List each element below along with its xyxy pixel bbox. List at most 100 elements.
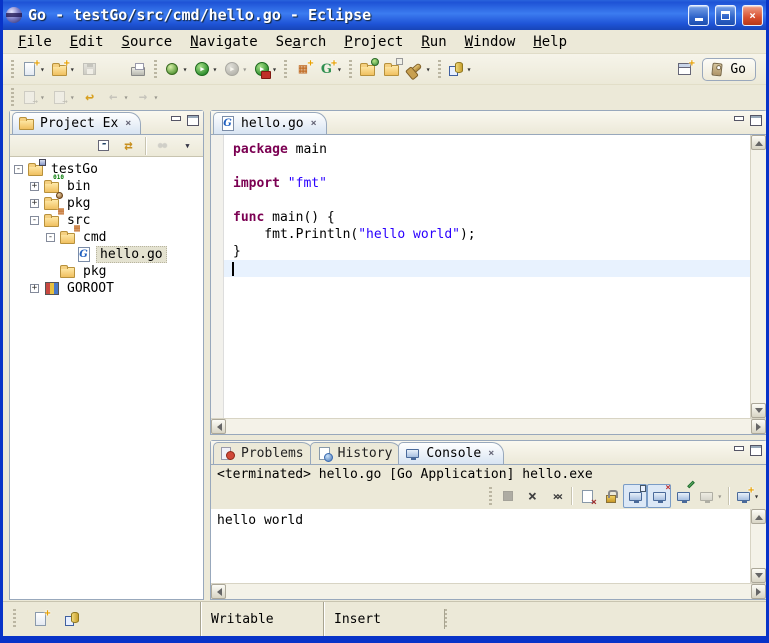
fast-view-button[interactable]: + bbox=[28, 607, 52, 631]
menu-help[interactable]: Help bbox=[524, 32, 576, 52]
close-button[interactable]: × bbox=[742, 5, 763, 26]
menu-edit[interactable]: Edit bbox=[61, 32, 113, 52]
drag-grip[interactable] bbox=[284, 60, 287, 78]
drag-grip[interactable] bbox=[11, 60, 14, 78]
collapse-all-button[interactable] bbox=[92, 136, 115, 156]
scroll-down-icon[interactable] bbox=[751, 568, 766, 583]
debug-button[interactable]: ▾ bbox=[161, 57, 191, 81]
tree-item-testgo[interactable]: -testGo bbox=[14, 161, 203, 178]
scroll-down-icon[interactable] bbox=[751, 403, 766, 418]
close-icon[interactable]: × bbox=[125, 118, 131, 129]
clear-console-button[interactable] bbox=[575, 484, 599, 508]
show-console-on-stderr-toggle[interactable]: × bbox=[647, 484, 671, 508]
tree-item-pkg[interactable]: +pkg bbox=[14, 195, 203, 212]
tree-expander-plus-icon[interactable]: + bbox=[30, 199, 39, 208]
go-perspective-button[interactable]: Go bbox=[702, 58, 756, 81]
new-folder-button[interactable]: +▾ bbox=[48, 57, 78, 81]
tree-expander-minus-icon[interactable]: - bbox=[46, 233, 55, 242]
new-wizard-button[interactable]: +▾ bbox=[18, 57, 48, 81]
minimize-panel-icon[interactable] bbox=[732, 115, 745, 126]
editor-vertical-scrollbar[interactable] bbox=[750, 135, 766, 418]
opentype-icon bbox=[359, 61, 376, 78]
code-line-5[interactable]: func main() { bbox=[224, 209, 750, 226]
run-button[interactable]: ▶▾ bbox=[190, 57, 220, 81]
tree-item-goroot[interactable]: +GOROOT bbox=[14, 280, 203, 297]
console-output[interactable]: hello world bbox=[211, 509, 750, 583]
open-console-button[interactable]: +▾ bbox=[732, 484, 762, 508]
minimize-panel-icon[interactable] bbox=[732, 445, 745, 456]
menu-window[interactable]: Window bbox=[456, 32, 525, 52]
annotation-button[interactable]: ▾ bbox=[445, 57, 475, 81]
tab-console[interactable]: Console× bbox=[398, 442, 504, 464]
search-button[interactable]: ▾ bbox=[404, 57, 434, 81]
open-type-button[interactable] bbox=[356, 57, 380, 81]
tree-item-src[interactable]: -▦src bbox=[14, 212, 203, 229]
new-go-package-button[interactable]: + bbox=[291, 57, 315, 81]
new-go-file-button[interactable]: +▾ bbox=[315, 57, 345, 81]
scroll-right-icon[interactable] bbox=[751, 419, 766, 434]
menu-file[interactable]: File bbox=[9, 32, 61, 52]
open-resource-button[interactable] bbox=[380, 57, 404, 81]
remove-all-terminated-button[interactable] bbox=[544, 484, 568, 508]
maximize-panel-icon[interactable] bbox=[749, 445, 762, 456]
print-button[interactable] bbox=[126, 57, 150, 81]
show-console-on-stdout-toggle[interactable] bbox=[623, 484, 647, 508]
tab-project-explorer[interactable]: Project Ex × bbox=[12, 112, 141, 134]
drag-grip[interactable] bbox=[349, 60, 352, 78]
tab-hello-go[interactable]: G hello.go × bbox=[213, 112, 327, 134]
scroll-up-icon[interactable] bbox=[751, 135, 766, 150]
tree-item-bin[interactable]: +010bin bbox=[14, 178, 203, 195]
minimize-panel-icon[interactable] bbox=[169, 115, 182, 126]
scroll-left-icon[interactable] bbox=[211, 584, 226, 599]
drag-grip[interactable] bbox=[13, 609, 16, 629]
open-perspective-button[interactable]: + bbox=[672, 57, 696, 81]
minimize-button[interactable] bbox=[688, 5, 709, 26]
menu-run[interactable]: Run bbox=[412, 32, 455, 52]
pin-console-toggle[interactable] bbox=[671, 484, 695, 508]
menu-search[interactable]: Search bbox=[267, 32, 336, 52]
tree-item-hello-go[interactable]: Ghello.go bbox=[14, 246, 203, 263]
tree-expander-minus-icon[interactable]: - bbox=[30, 216, 39, 225]
external-tools-button[interactable]: ▶▾ bbox=[250, 57, 280, 81]
code-line-3[interactable]: import "fmt" bbox=[224, 175, 750, 192]
code-line-2[interactable] bbox=[224, 158, 750, 175]
code-line-1[interactable]: package main bbox=[224, 141, 750, 158]
code-editor[interactable]: package main import "fmt" func main() { fm… bbox=[224, 135, 750, 418]
view-menu-button[interactable] bbox=[176, 136, 199, 156]
scroll-up-icon[interactable] bbox=[751, 509, 766, 524]
drag-grip[interactable] bbox=[438, 60, 441, 78]
maximize-panel-icon[interactable] bbox=[186, 115, 199, 126]
tree-item-pkg[interactable]: pkg bbox=[14, 263, 203, 280]
workspace-annotation-button[interactable] bbox=[60, 607, 84, 631]
scroll-right-icon[interactable] bbox=[751, 584, 766, 599]
close-icon[interactable]: × bbox=[488, 448, 494, 459]
drag-grip[interactable] bbox=[11, 88, 14, 106]
scroll-left-icon[interactable] bbox=[211, 419, 226, 434]
tree-expander-minus-icon[interactable]: - bbox=[14, 165, 23, 174]
code-line-6[interactable]: fmt.Println("hello world"); bbox=[224, 226, 750, 243]
code-line-4[interactable] bbox=[224, 192, 750, 209]
tree-expander-plus-icon[interactable]: + bbox=[30, 284, 39, 293]
menu-project[interactable]: Project bbox=[335, 32, 412, 52]
console-vertical-scrollbar[interactable] bbox=[750, 509, 766, 583]
editor-horizontal-scrollbar[interactable] bbox=[211, 418, 766, 434]
drag-grip[interactable] bbox=[489, 487, 492, 505]
tree-expander-plus-icon[interactable]: + bbox=[30, 182, 39, 191]
close-icon[interactable]: × bbox=[311, 118, 317, 129]
menu-navigate[interactable]: Navigate bbox=[181, 32, 267, 52]
scroll-lock-toggle[interactable] bbox=[599, 484, 623, 508]
drag-grip[interactable] bbox=[444, 609, 447, 629]
code-line-8[interactable] bbox=[224, 260, 750, 277]
console-horizontal-scrollbar[interactable] bbox=[211, 583, 766, 599]
tab-history[interactable]: History bbox=[310, 442, 403, 464]
drag-grip[interactable] bbox=[154, 60, 157, 78]
maximize-panel-icon[interactable] bbox=[749, 115, 762, 126]
last-edit-location-button[interactable] bbox=[78, 85, 102, 109]
remove-launch-button[interactable] bbox=[520, 484, 544, 508]
menu-source[interactable]: Source bbox=[113, 32, 182, 52]
tree-item-cmd[interactable]: -▦cmd bbox=[14, 229, 203, 246]
maximize-button[interactable] bbox=[715, 5, 736, 26]
tab-problems[interactable]: Problems bbox=[213, 442, 314, 464]
link-with-editor-button[interactable] bbox=[117, 136, 140, 156]
code-line-7[interactable]: } bbox=[224, 243, 750, 260]
